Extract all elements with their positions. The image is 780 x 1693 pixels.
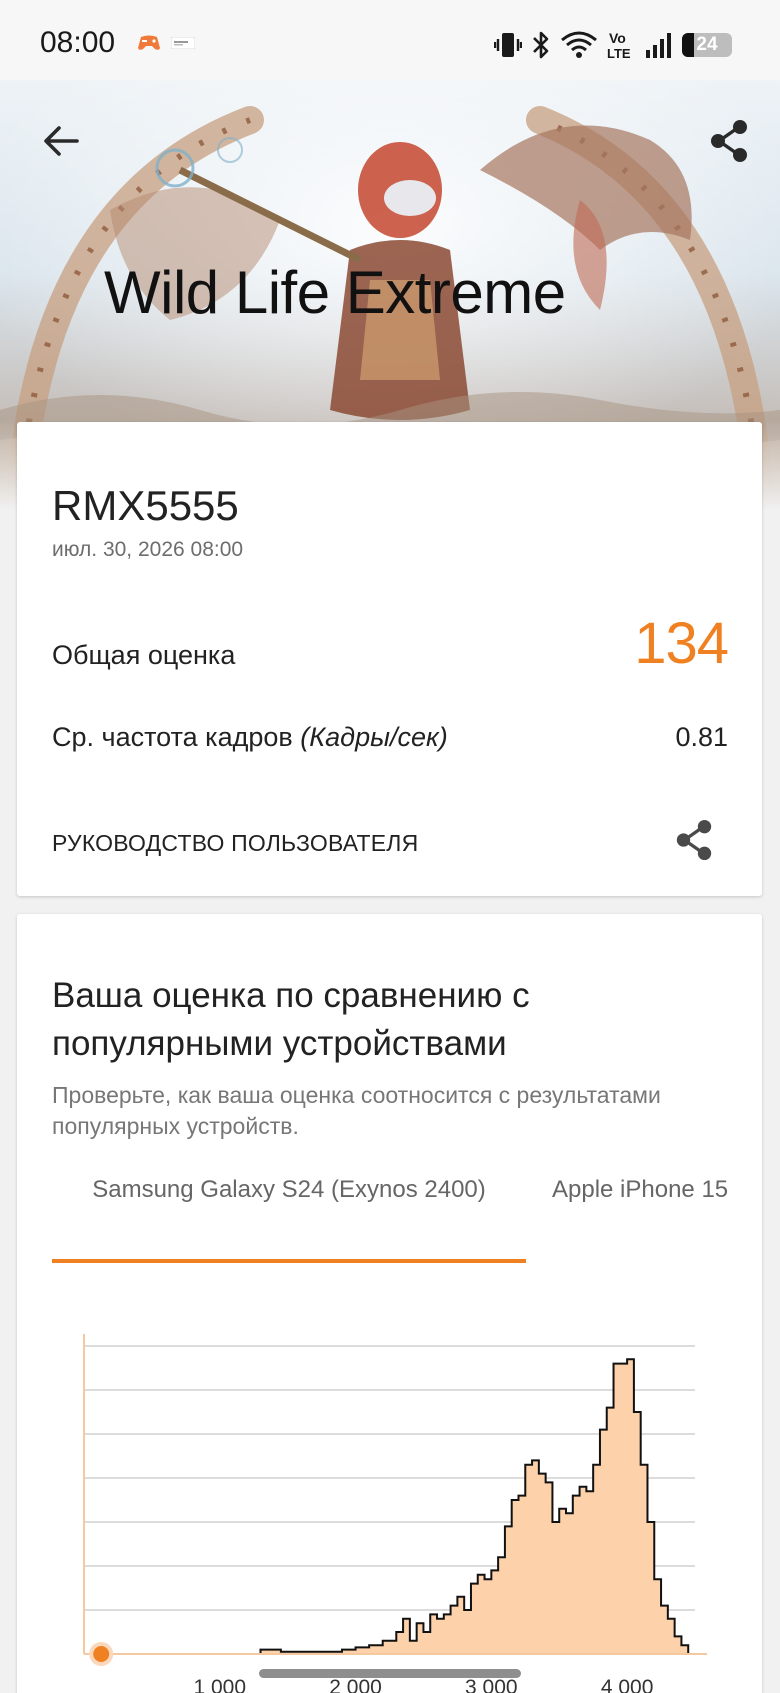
comparison-card: Ваша оценка по сравнению с популярными у… <box>17 914 762 1693</box>
status-bar: 08:00 Vo LTE 24 <box>0 0 780 80</box>
device-tabs: Samsung Galaxy S24 (Exynos 2400) Apple i… <box>52 1176 746 1246</box>
share-result-button[interactable] <box>670 816 718 864</box>
status-time: 08:00 <box>40 26 116 59</box>
arrow-left-icon <box>44 126 79 156</box>
volte-icon: Vo LTE <box>607 30 631 61</box>
overall-score-value: 134 <box>634 611 729 676</box>
share-icon <box>711 120 747 162</box>
x-tick-label: 2 000 <box>329 1676 382 1693</box>
bluetooth-icon <box>533 31 549 59</box>
your-score-marker <box>93 1646 110 1662</box>
average-fps-label: Ср. частота кадров (Кадры/сек) <box>52 722 448 753</box>
svg-text:LTE: LTE <box>607 46 631 61</box>
comparison-title: Ваша оценка по сравнению с популярными у… <box>52 976 530 1063</box>
app-notification-icon <box>171 37 195 49</box>
x-tick-label: 4 000 <box>601 1676 654 1693</box>
share-icon <box>676 819 712 861</box>
average-fps-value: 0.81 <box>675 722 728 752</box>
x-tick-label: 3 000 <box>465 1676 518 1693</box>
average-fps-unit: (Кадры/сек) <box>300 722 448 752</box>
status-icons: Vo LTE 24 <box>494 28 732 62</box>
wifi-icon <box>561 31 597 58</box>
benchmark-title: Wild Life Extreme <box>104 259 566 326</box>
score-distribution-chart: 1 000 2 000 3 000 4 000 <box>83 1334 707 1693</box>
home-indicator[interactable] <box>259 1669 521 1678</box>
tab-apple-iphone-15[interactable]: Apple iPhone 15 <box>552 1176 728 1238</box>
x-tick-label: 1 000 <box>193 1676 246 1693</box>
vibrate-icon <box>494 33 522 57</box>
battery-level: 24 <box>696 34 718 55</box>
battery-indicator: 24 <box>682 33 732 57</box>
user-guide-link[interactable]: РУКОВОДСТВО ПОЛЬЗОВАТЕЛЯ <box>52 830 418 857</box>
comparison-subtitle: Проверьте, как ваша оценка соотносится с… <box>52 1082 661 1139</box>
result-card: RMX5555 июл. 30, 2026 08:00 Общая оценка… <box>17 422 762 896</box>
svg-text:Vo: Vo <box>609 30 626 46</box>
average-fps-text: Ср. частота кадров <box>52 722 293 752</box>
back-button[interactable] <box>38 118 84 164</box>
test-date: июл. 30, 2026 08:00 <box>52 538 244 561</box>
tab-samsung-galaxy-s24[interactable]: Samsung Galaxy S24 (Exynos 2400) <box>52 1176 526 1238</box>
device-name: RMX5555 <box>52 482 239 529</box>
game-controller-icon <box>138 35 160 50</box>
selected-tab-indicator <box>52 1259 526 1263</box>
overall-score-label: Общая оценка <box>52 640 236 670</box>
signal-icon <box>646 33 671 58</box>
share-button[interactable] <box>704 116 754 166</box>
